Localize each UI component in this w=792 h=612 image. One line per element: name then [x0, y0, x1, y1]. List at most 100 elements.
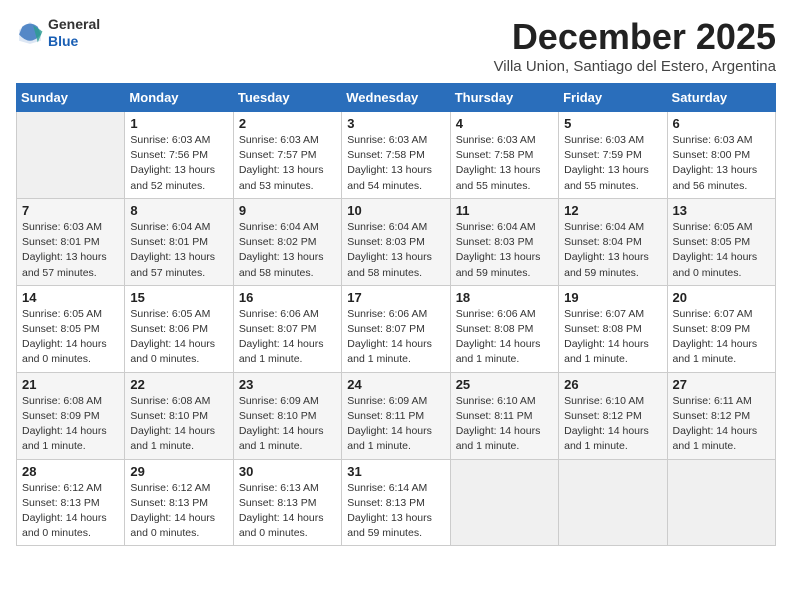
calendar-cell: 26 Sunrise: 6:10 AMSunset: 8:12 PMDayligh… — [559, 372, 667, 459]
calendar-cell: 11 Sunrise: 6:04 AMSunset: 8:03 PMDayligh… — [450, 198, 558, 285]
day-detail: Sunrise: 6:10 AMSunset: 8:11 PMDaylight:… — [456, 394, 553, 455]
day-number: 24 — [347, 377, 444, 392]
day-number: 22 — [130, 377, 227, 392]
day-number: 26 — [564, 377, 661, 392]
col-header-friday: Friday — [559, 84, 667, 112]
day-number: 4 — [456, 116, 553, 131]
calendar-cell: 25 Sunrise: 6:10 AMSunset: 8:11 PMDayligh… — [450, 372, 558, 459]
logo-blue-text: Blue — [48, 33, 100, 50]
day-detail: Sunrise: 6:05 AMSunset: 8:05 PMDaylight:… — [22, 307, 119, 368]
page-header: General Blue December 2025 Villa Union, … — [16, 16, 776, 75]
day-number: 28 — [22, 464, 119, 479]
day-detail: Sunrise: 6:03 AMSunset: 7:58 PMDaylight:… — [347, 133, 444, 194]
day-detail: Sunrise: 6:03 AMSunset: 8:01 PMDaylight:… — [22, 220, 119, 281]
day-detail: Sunrise: 6:06 AMSunset: 8:07 PMDaylight:… — [347, 307, 444, 368]
day-detail: Sunrise: 6:04 AMSunset: 8:03 PMDaylight:… — [456, 220, 553, 281]
day-number: 20 — [673, 290, 770, 305]
calendar-cell: 22 Sunrise: 6:08 AMSunset: 8:10 PMDayligh… — [125, 372, 233, 459]
day-number: 25 — [456, 377, 553, 392]
day-detail: Sunrise: 6:13 AMSunset: 8:13 PMDaylight:… — [239, 481, 336, 542]
day-number: 16 — [239, 290, 336, 305]
day-detail: Sunrise: 6:04 AMSunset: 8:03 PMDaylight:… — [347, 220, 444, 281]
calendar-cell: 24 Sunrise: 6:09 AMSunset: 8:11 PMDayligh… — [342, 372, 450, 459]
day-detail: Sunrise: 6:06 AMSunset: 8:07 PMDaylight:… — [239, 307, 336, 368]
calendar-cell: 20 Sunrise: 6:07 AMSunset: 8:09 PMDayligh… — [667, 285, 775, 372]
calendar-cell: 18Sunrise: 6:06 AMSunset: 8:08 PMDayligh… — [450, 285, 558, 372]
day-number: 7 — [22, 203, 119, 218]
col-header-monday: Monday — [125, 84, 233, 112]
calendar-week-row: 1 Sunrise: 6:03 AMSunset: 7:56 PMDaylight… — [17, 112, 776, 199]
day-number: 13 — [673, 203, 770, 218]
calendar-cell — [450, 459, 558, 546]
day-detail: Sunrise: 6:08 AMSunset: 8:09 PMDaylight:… — [22, 394, 119, 455]
calendar-cell: 15Sunrise: 6:05 AMSunset: 8:06 PMDayligh… — [125, 285, 233, 372]
calendar-cell: 21 Sunrise: 6:08 AMSunset: 8:09 PMDayligh… — [17, 372, 125, 459]
day-detail: Sunrise: 6:09 AMSunset: 8:11 PMDaylight:… — [347, 394, 444, 455]
col-header-tuesday: Tuesday — [233, 84, 341, 112]
calendar-cell — [17, 112, 125, 199]
calendar-cell: 19 Sunrise: 6:07 AMSunset: 8:08 PMDayligh… — [559, 285, 667, 372]
calendar-cell: 23Sunrise: 6:09 AMSunset: 8:10 PMDayligh… — [233, 372, 341, 459]
day-detail: Sunrise: 6:04 AMSunset: 8:02 PMDaylight:… — [239, 220, 336, 281]
calendar-cell — [559, 459, 667, 546]
calendar-cell: 1 Sunrise: 6:03 AMSunset: 7:56 PMDaylight… — [125, 112, 233, 199]
day-detail: Sunrise: 6:03 AMSunset: 8:00 PMDaylight:… — [673, 133, 770, 194]
day-number: 9 — [239, 203, 336, 218]
day-number: 27 — [673, 377, 770, 392]
month-title: December 2025 — [494, 16, 776, 58]
calendar-cell: 7 Sunrise: 6:03 AMSunset: 8:01 PMDaylight… — [17, 198, 125, 285]
title-block: December 2025 Villa Union, Santiago del … — [494, 16, 776, 75]
day-detail: Sunrise: 6:05 AMSunset: 8:05 PMDaylight:… — [673, 220, 770, 281]
calendar-week-row: 28 Sunrise: 6:12 AMSunset: 8:13 PMDayligh… — [17, 459, 776, 546]
day-number: 5 — [564, 116, 661, 131]
calendar-cell: 29Sunrise: 6:12 AMSunset: 8:13 PMDayligh… — [125, 459, 233, 546]
day-number: 8 — [130, 203, 227, 218]
day-number: 14 — [22, 290, 119, 305]
calendar-cell: 5 Sunrise: 6:03 AMSunset: 7:59 PMDaylight… — [559, 112, 667, 199]
calendar-week-row: 14 Sunrise: 6:05 AMSunset: 8:05 PMDayligh… — [17, 285, 776, 372]
day-detail: Sunrise: 6:03 AMSunset: 7:58 PMDaylight:… — [456, 133, 553, 194]
calendar-cell: 3 Sunrise: 6:03 AMSunset: 7:58 PMDaylight… — [342, 112, 450, 199]
day-number: 1 — [130, 116, 227, 131]
col-header-sunday: Sunday — [17, 84, 125, 112]
day-detail: Sunrise: 6:10 AMSunset: 8:12 PMDaylight:… — [564, 394, 661, 455]
calendar-cell: 6Sunrise: 6:03 AMSunset: 8:00 PMDaylight… — [667, 112, 775, 199]
day-detail: Sunrise: 6:05 AMSunset: 8:06 PMDaylight:… — [130, 307, 227, 368]
calendar-cell: 31 Sunrise: 6:14 AMSunset: 8:13 PMDayligh… — [342, 459, 450, 546]
day-detail: Sunrise: 6:03 AMSunset: 7:56 PMDaylight:… — [130, 133, 227, 194]
calendar-cell: 27Sunrise: 6:11 AMSunset: 8:12 PMDayligh… — [667, 372, 775, 459]
day-detail: Sunrise: 6:07 AMSunset: 8:08 PMDaylight:… — [564, 307, 661, 368]
day-number: 19 — [564, 290, 661, 305]
calendar-week-row: 7 Sunrise: 6:03 AMSunset: 8:01 PMDaylight… — [17, 198, 776, 285]
calendar-cell: 10 Sunrise: 6:04 AMSunset: 8:03 PMDayligh… — [342, 198, 450, 285]
day-detail: Sunrise: 6:08 AMSunset: 8:10 PMDaylight:… — [130, 394, 227, 455]
day-detail: Sunrise: 6:04 AMSunset: 8:01 PMDaylight:… — [130, 220, 227, 281]
calendar-cell: 30 Sunrise: 6:13 AMSunset: 8:13 PMDayligh… — [233, 459, 341, 546]
day-number: 23 — [239, 377, 336, 392]
location-subtitle: Villa Union, Santiago del Estero, Argent… — [494, 58, 776, 75]
logo: General Blue — [16, 16, 100, 50]
calendar-cell — [667, 459, 775, 546]
day-number: 18 — [456, 290, 553, 305]
col-header-thursday: Thursday — [450, 84, 558, 112]
day-number: 30 — [239, 464, 336, 479]
day-number: 31 — [347, 464, 444, 479]
day-detail: Sunrise: 6:12 AMSunset: 8:13 PMDaylight:… — [22, 481, 119, 542]
day-detail: Sunrise: 6:14 AMSunset: 8:13 PMDaylight:… — [347, 481, 444, 542]
calendar-table: SundayMondayTuesdayWednesdayThursdayFrid… — [16, 83, 776, 546]
calendar-cell: 12Sunrise: 6:04 AMSunset: 8:04 PMDayligh… — [559, 198, 667, 285]
day-detail: Sunrise: 6:03 AMSunset: 7:57 PMDaylight:… — [239, 133, 336, 194]
calendar-cell: 28 Sunrise: 6:12 AMSunset: 8:13 PMDayligh… — [17, 459, 125, 546]
calendar-header-row: SundayMondayTuesdayWednesdayThursdayFrid… — [17, 84, 776, 112]
calendar-cell: 14 Sunrise: 6:05 AMSunset: 8:05 PMDayligh… — [17, 285, 125, 372]
logo-text: General Blue — [48, 16, 100, 50]
logo-icon — [16, 19, 44, 47]
day-number: 11 — [456, 203, 553, 218]
day-number: 12 — [564, 203, 661, 218]
day-number: 3 — [347, 116, 444, 131]
day-number: 10 — [347, 203, 444, 218]
day-number: 21 — [22, 377, 119, 392]
day-detail: Sunrise: 6:07 AMSunset: 8:09 PMDaylight:… — [673, 307, 770, 368]
day-number: 2 — [239, 116, 336, 131]
day-detail: Sunrise: 6:03 AMSunset: 7:59 PMDaylight:… — [564, 133, 661, 194]
